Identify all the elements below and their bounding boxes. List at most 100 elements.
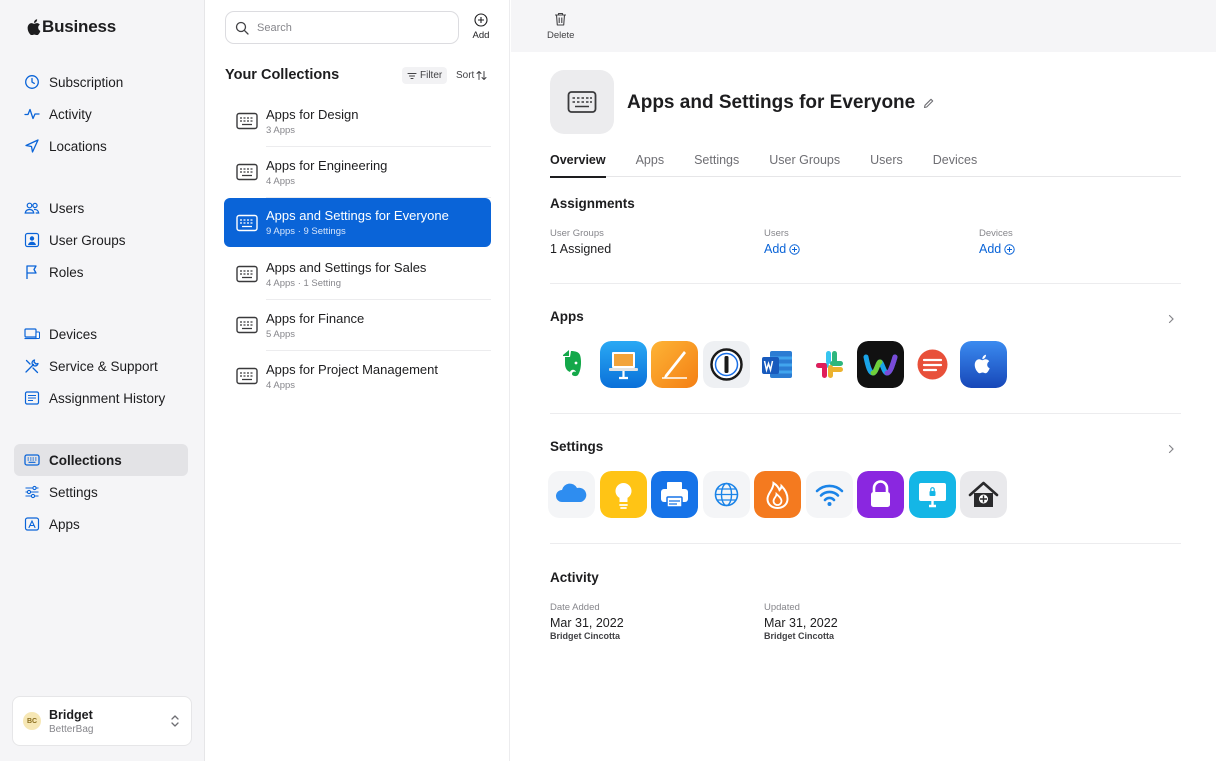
activity-heading: Activity	[550, 570, 599, 585]
apps-icon	[24, 517, 40, 531]
apple-business-icon[interactable]	[960, 341, 1007, 388]
nav-group-content: Collections Settings Apps	[14, 444, 188, 540]
date-added-block: Date Added Mar 31, 2022 Bridget Cincotta	[550, 602, 624, 641]
collection-name: Apps and Settings for Sales	[266, 260, 427, 275]
account-switcher[interactable]: BC Bridget BetterBag	[12, 696, 192, 746]
keynote-icon[interactable]	[599, 341, 647, 388]
sidebar-item-user-groups[interactable]: User Groups	[14, 224, 188, 256]
collection-count: 3 Apps	[266, 125, 296, 136]
collection-count: 4 Apps	[266, 176, 296, 187]
sidebar-item-label: Devices	[49, 326, 98, 342]
sidebar-item-label: Activity	[49, 106, 92, 122]
add-collection-button[interactable]: Add	[470, 13, 492, 41]
search-input[interactable]	[257, 21, 437, 34]
sidebar-item-label: Assignment History	[49, 390, 166, 406]
sort-button[interactable]: Sort	[456, 67, 487, 84]
collection-icon	[567, 91, 597, 113]
tab-users[interactable]: Users	[870, 152, 903, 177]
apps-chevron-right-icon[interactable]	[1167, 314, 1175, 324]
globe-icon[interactable]	[702, 471, 750, 518]
tab-overview[interactable]: Overview	[550, 152, 606, 178]
sidebar-item-locations[interactable]: Locations	[14, 130, 188, 162]
collection-icon	[236, 265, 258, 283]
delete-button[interactable]: Delete	[547, 12, 574, 41]
sort-label: Sort	[456, 70, 475, 81]
icloud-icon[interactable]	[548, 471, 595, 518]
list-item[interactable]: Apps for Engineering 4 Apps	[224, 147, 491, 198]
brand-logo[interactable]: Business	[27, 17, 116, 37]
section-divider	[550, 283, 1181, 284]
nav-group-account: Subscription Activity Locations	[14, 66, 188, 162]
collection-hero-icon	[550, 70, 614, 134]
sidebar-item-service-support[interactable]: Service & Support	[14, 350, 188, 382]
delete-label: Delete	[547, 30, 575, 41]
list-item[interactable]: Apps and Settings for Sales 4 Apps · 1 S…	[224, 249, 491, 300]
list-item-selected[interactable]: Apps and Settings for Everyone 9 Apps · …	[224, 198, 491, 247]
sidebar-item-apps[interactable]: Apps	[14, 508, 188, 540]
devices-icon	[24, 328, 40, 340]
tab-settings[interactable]: Settings	[694, 152, 739, 177]
nav-group-devices: Devices Service & Support Assignment His…	[14, 318, 188, 414]
firewall-icon[interactable]	[754, 471, 801, 518]
page-title: Apps and Settings for Everyone	[627, 92, 934, 114]
sidebar-item-collections[interactable]: Collections	[14, 444, 188, 476]
nav-group-people: Users User Groups Roles	[14, 192, 188, 288]
printer-icon[interactable]	[651, 471, 698, 518]
location-arrow-icon	[25, 139, 39, 153]
trash-icon	[555, 12, 567, 26]
sidebar-item-label: Roles	[49, 264, 84, 280]
tab-apps[interactable]: Apps	[636, 152, 665, 177]
collection-title: Apps and Settings for Everyone	[627, 92, 916, 113]
collection-name: Apps for Finance	[266, 311, 365, 326]
sidebar-item-activity[interactable]: Activity	[14, 98, 188, 130]
collection-icon	[236, 316, 258, 334]
collection-name: Apps for Design	[266, 107, 359, 122]
add-devices-link[interactable]: Add	[979, 242, 1015, 256]
pages-icon[interactable]	[651, 341, 698, 388]
filter-button[interactable]: Filter	[402, 67, 448, 84]
word-icon[interactable]	[754, 341, 801, 388]
pencil-icon[interactable]	[923, 98, 934, 109]
apps-icon-row	[548, 341, 1012, 388]
account-org: BetterBag	[49, 723, 94, 735]
list-item[interactable]: Apps for Finance 5 Apps	[224, 300, 491, 351]
tab-devices[interactable]: Devices	[933, 152, 977, 177]
tab-user-groups[interactable]: User Groups	[769, 152, 840, 177]
collections-pane: Add Your Collections Filter Sort Apps fo…	[206, 0, 510, 761]
sidebar-item-settings[interactable]: Settings	[14, 476, 188, 508]
plus-circle-icon	[1004, 243, 1015, 255]
home-security-icon[interactable]	[960, 471, 1007, 518]
sidebar: Business Subscription Activity Locations…	[0, 0, 205, 761]
sidebar-item-assignment-history[interactable]: Assignment History	[14, 382, 188, 414]
collection-count: 4 Apps	[266, 380, 296, 391]
users-icon	[24, 202, 40, 214]
collection-count: 4 Apps · 1 Setting	[266, 278, 341, 289]
collection-count: 5 Apps	[266, 329, 296, 340]
assignment-devices: Devices Add	[979, 228, 1015, 256]
slack-icon[interactable]	[805, 341, 853, 388]
lock-icon[interactable]	[857, 471, 904, 518]
settings-chevron-right-icon[interactable]	[1167, 444, 1175, 454]
sidebar-item-subscription[interactable]: Subscription	[14, 66, 188, 98]
apple-logo-icon	[27, 19, 41, 35]
speech-app-icon[interactable]	[908, 341, 956, 388]
collection-detail: Delete Apps and Settings for Everyone Ov…	[511, 0, 1216, 761]
sidebar-item-devices[interactable]: Devices	[14, 318, 188, 350]
lightbulb-icon[interactable]	[599, 471, 647, 518]
evernote-icon[interactable]	[548, 341, 595, 388]
sidebar-item-label: Settings	[49, 484, 98, 500]
sidebar-item-label: Subscription	[49, 74, 124, 90]
add-users-link[interactable]: Add	[764, 242, 800, 256]
1password-icon[interactable]	[702, 341, 750, 388]
collection-name: Apps for Project Management	[266, 362, 438, 377]
assignments-heading: Assignments	[550, 196, 635, 211]
list-item[interactable]: Apps for Design 3 Apps	[224, 96, 491, 147]
list-item[interactable]: Apps for Project Management 4 Apps	[224, 351, 491, 402]
sidebar-item-users[interactable]: Users	[14, 192, 188, 224]
sidebar-item-roles[interactable]: Roles	[14, 256, 188, 288]
webex-icon[interactable]	[857, 341, 904, 388]
screen-lock-icon[interactable]	[908, 471, 956, 518]
search-box[interactable]	[225, 11, 459, 44]
user-groups-icon	[24, 232, 40, 248]
wifi-icon[interactable]	[805, 471, 853, 518]
